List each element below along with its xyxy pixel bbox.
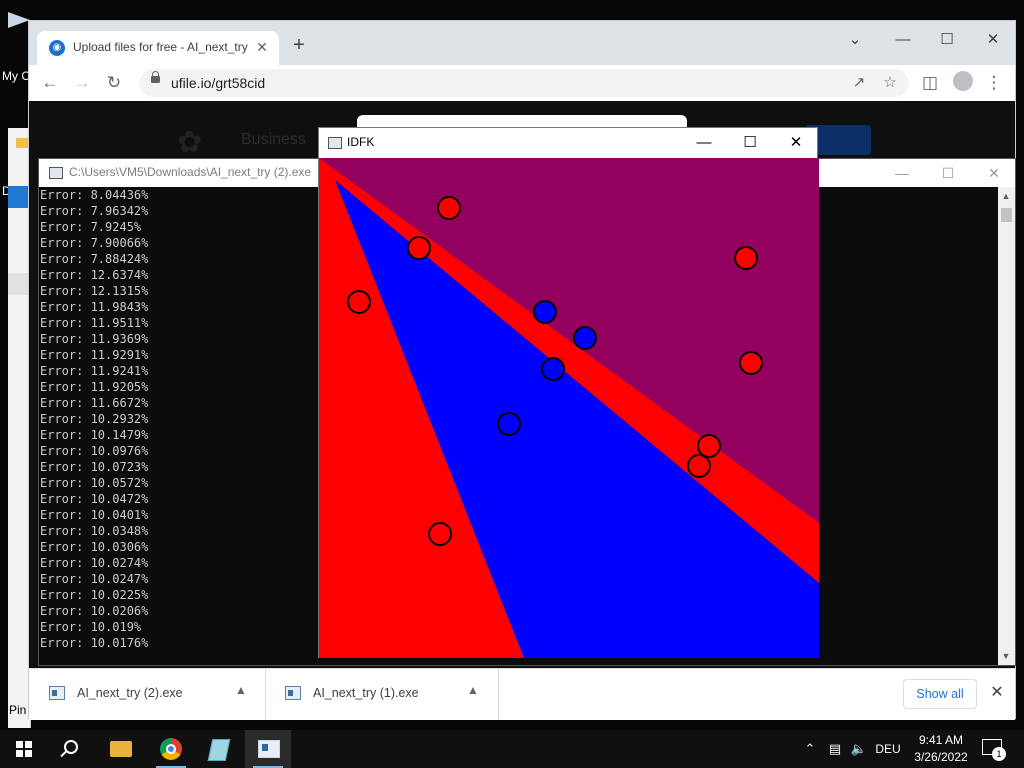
blue-data-point bbox=[573, 326, 597, 350]
taskbar-clock[interactable]: 9:41 AM 3/26/2022 bbox=[906, 732, 976, 766]
console-app-icon bbox=[49, 167, 63, 179]
tab-search-icon[interactable]: ⌄ bbox=[835, 25, 875, 55]
explorer-pin-label[interactable]: Pin bbox=[9, 703, 26, 717]
red-data-point bbox=[734, 246, 758, 270]
console-scrollbar[interactable]: ▲ ▼ bbox=[998, 187, 1015, 665]
side-panel-icon[interactable]: ◫ bbox=[917, 70, 943, 96]
close-download-bar-icon[interactable]: ✕ bbox=[985, 681, 1009, 705]
idfk-window: IDFK — ☐ ✕ bbox=[318, 127, 819, 658]
notepad-icon bbox=[207, 739, 231, 761]
show-hidden-icons-chevron-icon[interactable]: ⌃ bbox=[800, 730, 820, 768]
red-data-point bbox=[697, 434, 721, 458]
close-window-icon[interactable]: ✕ bbox=[973, 25, 1013, 55]
address-bar[interactable]: ufile.io/grt58cid ↗ ☆ bbox=[139, 69, 909, 97]
business-link[interactable]: Business bbox=[241, 131, 306, 149]
minimize-icon[interactable]: — bbox=[681, 128, 727, 158]
explorer-selected-item[interactable] bbox=[8, 186, 30, 208]
red-data-point bbox=[687, 454, 711, 478]
scroll-down-icon[interactable]: ▼ bbox=[1001, 651, 1011, 661]
maximize-icon[interactable]: ☐ bbox=[927, 25, 967, 55]
maximize-icon[interactable]: ☐ bbox=[727, 128, 773, 158]
browser-toolbar: ← → ↻ ufile.io/grt58cid ↗ ☆ ◫ ⋮ bbox=[29, 65, 1015, 102]
red-data-point bbox=[428, 522, 452, 546]
new-tab-icon[interactable]: + bbox=[289, 35, 309, 55]
clock-time: 9:41 AM bbox=[918, 733, 964, 747]
tab-title: Upload files for free - AI_next_try bbox=[73, 40, 248, 54]
close-window-icon[interactable]: ✕ bbox=[971, 159, 1017, 187]
scroll-thumb[interactable] bbox=[1001, 208, 1012, 222]
start-button[interactable] bbox=[0, 730, 46, 768]
show-all-button[interactable]: Show all bbox=[903, 679, 977, 709]
bookmark-star-icon[interactable]: ☆ bbox=[880, 73, 900, 93]
idfk-app-icon bbox=[328, 137, 342, 149]
exe-file-icon bbox=[285, 686, 301, 700]
volume-icon[interactable]: 🔈 bbox=[848, 730, 870, 768]
idfk-title: IDFK bbox=[347, 135, 375, 149]
exe-file-icon bbox=[49, 686, 65, 700]
chevron-up-icon[interactable]: ▲ bbox=[465, 683, 481, 699]
taskbar-chrome[interactable] bbox=[148, 730, 194, 768]
tab-strip: ◉ Upload files for free - AI_next_try ✕ … bbox=[29, 21, 1015, 65]
chevron-up-icon[interactable]: ▲ bbox=[233, 683, 249, 699]
profile-avatar[interactable] bbox=[953, 71, 973, 91]
notification-count-badge: 1 bbox=[992, 747, 1006, 761]
idfk-titlebar[interactable]: IDFK — ☐ ✕ bbox=[319, 128, 817, 158]
search-icon bbox=[64, 740, 78, 754]
minimize-icon[interactable]: — bbox=[883, 25, 923, 55]
forward-icon[interactable]: → bbox=[69, 70, 95, 96]
close-window-icon[interactable]: ✕ bbox=[773, 128, 819, 158]
taskbar: ⌃ ▤ 🔈 DEU 9:41 AM 3/26/2022 1 bbox=[0, 730, 1024, 768]
desktop-icon-label[interactable]: My C bbox=[2, 69, 30, 83]
ufile-logo-icon[interactable]: ✿ bbox=[177, 125, 221, 159]
blue-data-point bbox=[497, 412, 521, 436]
tab-close-icon[interactable]: ✕ bbox=[253, 38, 271, 56]
scroll-up-icon[interactable]: ▲ bbox=[1001, 191, 1011, 201]
red-data-point bbox=[739, 351, 763, 375]
chrome-icon bbox=[160, 738, 182, 760]
blue-data-point bbox=[541, 357, 565, 381]
maximize-icon[interactable]: ☐ bbox=[925, 159, 971, 187]
language-indicator[interactable]: DEU bbox=[872, 730, 904, 768]
blue-data-point bbox=[533, 300, 557, 324]
red-data-point bbox=[407, 236, 431, 260]
reload-icon[interactable]: ↻ bbox=[101, 70, 127, 96]
download-item[interactable]: AI_next_try (2).exe ▲ bbox=[29, 669, 266, 720]
url-text[interactable]: ufile.io/grt58cid bbox=[171, 75, 265, 91]
red-data-point bbox=[437, 196, 461, 220]
network-icon[interactable]: ▤ bbox=[824, 730, 846, 768]
folder-icon bbox=[16, 138, 28, 148]
menu-kebab-icon[interactable]: ⋮ bbox=[981, 70, 1007, 96]
browser-tab[interactable]: ◉ Upload files for free - AI_next_try ✕ bbox=[37, 31, 279, 65]
console-title: C:\Users\VM5\Downloads\AI_next_try (2).e… bbox=[69, 165, 312, 179]
share-icon[interactable]: ↗ bbox=[849, 73, 869, 93]
windows-logo-icon bbox=[16, 741, 32, 757]
taskbar-notepad[interactable] bbox=[196, 730, 242, 768]
back-icon[interactable]: ← bbox=[37, 70, 63, 96]
download-item[interactable]: AI_next_try (1).exe ▲ bbox=[265, 669, 499, 720]
folder-icon bbox=[110, 741, 132, 757]
taskbar-search-button[interactable] bbox=[48, 730, 94, 768]
desktop-shortcut-icon[interactable] bbox=[8, 12, 30, 28]
taskbar-console-app[interactable] bbox=[245, 730, 291, 768]
explorer-row[interactable] bbox=[8, 273, 30, 295]
ufile-favicon-icon: ◉ bbox=[49, 40, 65, 56]
minimize-icon[interactable]: — bbox=[879, 159, 925, 187]
lock-icon[interactable] bbox=[151, 71, 160, 83]
classification-canvas bbox=[319, 158, 819, 658]
download-file-name: AI_next_try (2).exe bbox=[77, 686, 183, 700]
download-bar: AI_next_try (2).exe ▲ AI_next_try (1).ex… bbox=[29, 668, 1015, 720]
download-file-name: AI_next_try (1).exe bbox=[313, 686, 419, 700]
clock-date: 3/26/2022 bbox=[914, 750, 968, 764]
console-app-icon bbox=[258, 740, 280, 758]
red-data-point bbox=[347, 290, 371, 314]
taskbar-file-explorer[interactable] bbox=[98, 730, 144, 768]
